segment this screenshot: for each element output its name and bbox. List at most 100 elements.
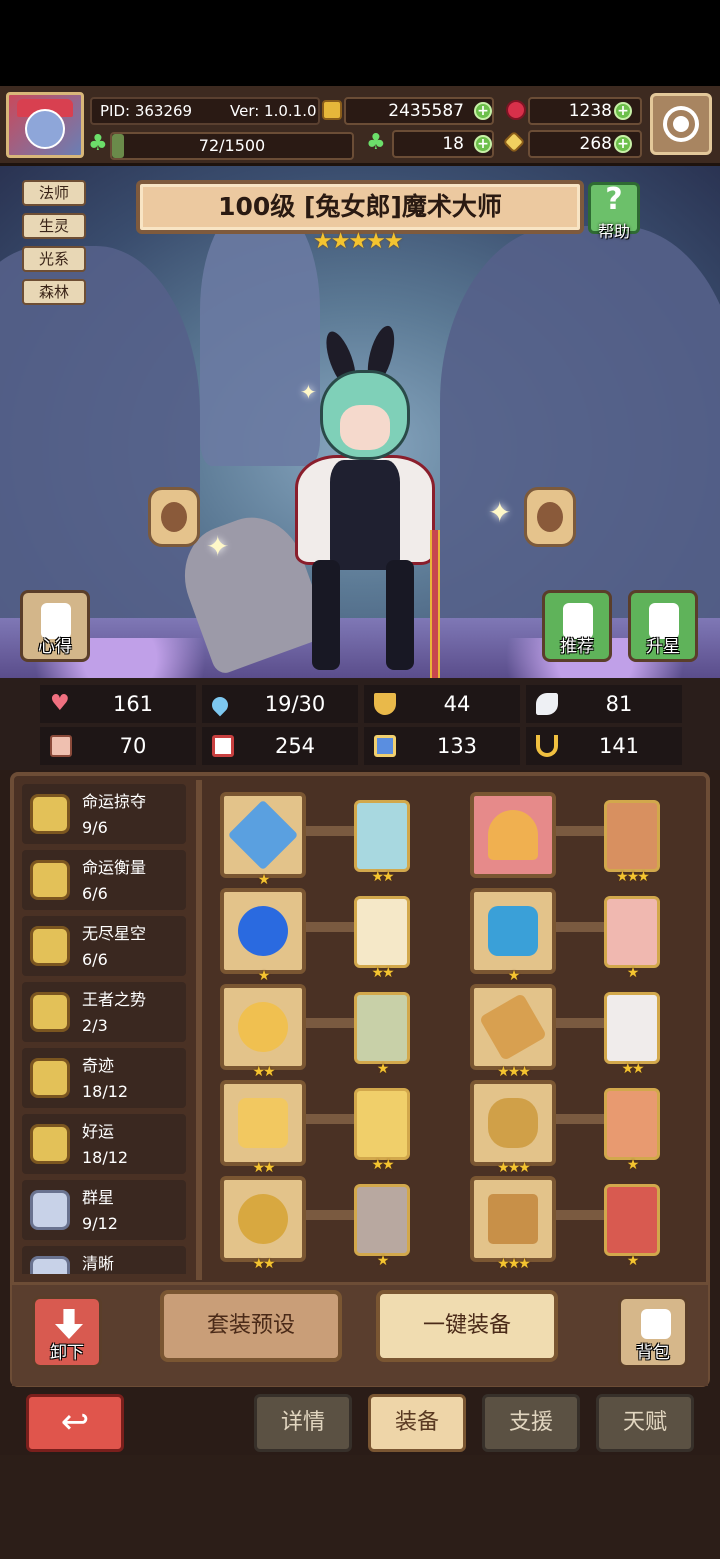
set-item[interactable]: 王者之势 2/3	[22, 982, 186, 1042]
clover-add-icon[interactable]: +	[474, 135, 492, 153]
rune-card[interactable]: ★★★	[604, 800, 660, 885]
slot-stars: ★	[507, 968, 521, 984]
bag-button[interactable]: 背包	[618, 1296, 688, 1368]
equip-slot-hat[interactable]	[470, 792, 556, 878]
set-item[interactable]: 好运 18/12	[22, 1114, 186, 1174]
equip-slot-scroll[interactable]: ★★★	[470, 984, 556, 1080]
help-label: 帮助	[597, 222, 630, 241]
set-item[interactable]: 命运衡量 6/6	[22, 850, 186, 910]
pid-bar: PID: 363269 Ver: 1.0.1.0	[90, 97, 320, 125]
gear-icon	[667, 110, 695, 138]
ruby-add-icon[interactable]: +	[614, 102, 632, 120]
tab-details[interactable]: 详情	[254, 1394, 352, 1452]
settings-button[interactable]	[650, 93, 712, 155]
hero-suit	[330, 460, 400, 570]
orb-icon	[238, 906, 288, 956]
notes-button[interactable]: 心得	[20, 590, 90, 662]
slot-link	[306, 1210, 356, 1220]
slot-stars: ★	[257, 968, 271, 984]
stat-defense-value: 44	[443, 692, 471, 716]
card-stars: ★	[376, 1253, 390, 1269]
key-value: 268	[579, 134, 612, 154]
rune-card[interactable]: ★★	[604, 992, 660, 1077]
equip-slot-belt[interactable]: ★★★	[470, 1080, 556, 1176]
recommend-button[interactable]: 推荐	[542, 590, 612, 662]
app-root: PID: 363269 Ver: 1.0.1.0 2435587 + 1238 …	[0, 0, 720, 1559]
tab-talent[interactable]: 天赋	[596, 1394, 694, 1452]
equip-slot-ring[interactable]: ★★	[220, 1176, 306, 1272]
clarity-badge-icon	[30, 1256, 70, 1274]
preset-button[interactable]: 套装预设	[160, 1290, 342, 1362]
slot-stars: ★★★	[497, 1256, 531, 1272]
star-up-button[interactable]: 升星	[628, 590, 698, 662]
equip-slot-orb[interactable]: ★	[220, 888, 306, 984]
action-row	[12, 1282, 708, 1386]
set-item[interactable]: 群星 9/12	[22, 1180, 186, 1240]
stat-magic-value: 254	[274, 734, 316, 758]
stamina-icon: ♣	[88, 131, 108, 156]
slot-link	[306, 826, 356, 836]
tab-equip[interactable]: 装备	[368, 1394, 466, 1452]
hero-stars: ★★★★★	[313, 229, 404, 254]
equip-slot-boots[interactable]: ★★★	[470, 1176, 556, 1272]
gold-value: 2435587	[388, 101, 464, 121]
equip-slot-armor[interactable]: ★★	[220, 1080, 306, 1176]
stars-badge-icon	[30, 1190, 70, 1230]
rune-card[interactable]: ★	[604, 1184, 660, 1269]
slot-link	[306, 1114, 356, 1124]
hat-icon	[488, 810, 538, 860]
set-item[interactable]: 奇迹 18/12	[22, 1048, 186, 1108]
key-add-icon[interactable]: +	[614, 135, 632, 153]
card-stars: ★★	[371, 965, 394, 981]
boots-icon	[488, 1194, 538, 1244]
rune-card[interactable]: ★★	[354, 896, 410, 981]
ring-icon	[238, 1194, 288, 1244]
shield-icon	[374, 693, 396, 715]
slot-stars: ★★★	[497, 1160, 531, 1176]
prev-hero-button[interactable]	[148, 487, 200, 547]
back-button[interactable]: ↩	[26, 1394, 124, 1452]
status-bar-area	[0, 0, 720, 86]
set-name: 清晰	[82, 1254, 115, 1273]
equip-slot-cape[interactable]: ★	[470, 888, 556, 984]
prev-arrow-icon	[161, 502, 187, 532]
tag-region: 森林	[22, 279, 86, 305]
equip-slot-weapon[interactable]: ★	[220, 792, 306, 888]
auto-equip-button[interactable]: 一键装备	[376, 1290, 558, 1362]
set-item[interactable]: 清晰	[22, 1246, 186, 1274]
rune-card[interactable]: ★★	[354, 1088, 410, 1173]
panel-divider	[196, 780, 202, 1280]
stat-mana-value: 19/30	[264, 692, 326, 716]
slot-link	[556, 922, 606, 932]
hero-title-banner: 100级 [兔女郎]魔术大师	[136, 180, 584, 234]
heart-icon: ♥	[50, 691, 70, 716]
next-hero-button[interactable]	[524, 487, 576, 547]
rune-card[interactable]: ★	[604, 1088, 660, 1173]
tab-support[interactable]: 支援	[482, 1394, 580, 1452]
set-item[interactable]: 命运掠夺 9/6	[22, 784, 186, 844]
unequip-button[interactable]: 卸下	[32, 1296, 102, 1368]
power-icon	[374, 735, 396, 757]
tag-race: 生灵	[22, 213, 86, 239]
slot-stars: ★★	[252, 1256, 275, 1272]
rune-card[interactable]: ★	[604, 896, 660, 981]
slot-link	[306, 1018, 356, 1028]
set-bonus-list[interactable]: 命运掠夺 9/6 命运衡量 6/6 无尽星空 6/6 王者之势 2/3 奇迹 1…	[22, 784, 188, 1274]
belt-icon	[488, 1098, 538, 1148]
rune-card[interactable]: ★	[354, 1184, 410, 1269]
set-name: 命运衡量	[82, 858, 147, 877]
gold-add-icon[interactable]: +	[474, 102, 492, 120]
sparkle-icon: ✦	[206, 530, 230, 563]
rune-card[interactable]: ★★	[354, 800, 410, 885]
rune-card[interactable]: ★	[354, 992, 410, 1077]
unequip-label: 卸下	[50, 1343, 84, 1363]
bag-label: 背包	[636, 1343, 670, 1363]
equip-slot-necklace[interactable]: ★★	[220, 984, 306, 1080]
card-stars: ★★	[371, 1157, 394, 1173]
set-count: 18/12	[82, 1082, 129, 1101]
armor-icon	[238, 1098, 288, 1148]
set-item[interactable]: 无尽星空 6/6	[22, 916, 186, 976]
player-avatar[interactable]	[6, 92, 84, 158]
hero-face	[340, 405, 390, 450]
hero-title: 100级 [兔女郎]魔术大师	[218, 192, 502, 221]
